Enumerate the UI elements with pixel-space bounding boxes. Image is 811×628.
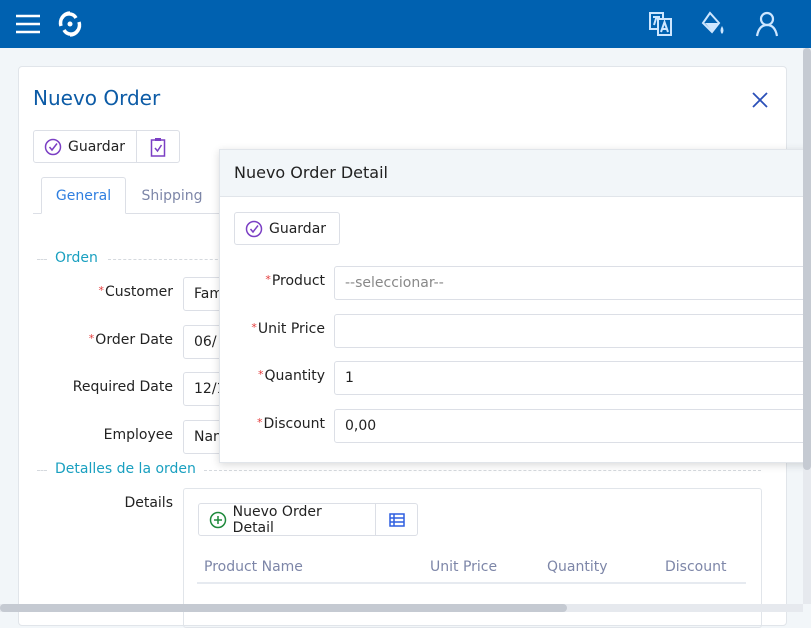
section-orden-title: Orden bbox=[55, 250, 98, 266]
quantity-input[interactable]: 1 bbox=[334, 361, 811, 395]
new-order-detail-button[interactable]: Nuevo Order Detail bbox=[198, 503, 376, 536]
quantity-label: *Quantity bbox=[258, 368, 325, 384]
product-select[interactable]: --seleccionar-- bbox=[334, 266, 811, 300]
save-button[interactable]: Guardar bbox=[33, 130, 137, 163]
top-bar bbox=[0, 0, 811, 48]
table-header-divider bbox=[197, 582, 746, 584]
modal-save-button[interactable]: Guardar bbox=[234, 212, 340, 245]
order-detail-modal: Nuevo Order Detail Guardar *Product --se… bbox=[219, 149, 811, 463]
logo-icon[interactable] bbox=[56, 10, 84, 38]
clipboard-button[interactable] bbox=[136, 130, 180, 163]
order-date-label: *Order Date bbox=[88, 332, 173, 348]
modal-save-label: Guardar bbox=[269, 220, 327, 237]
menu-icon[interactable] bbox=[15, 13, 41, 35]
unit-price-input[interactable] bbox=[334, 314, 811, 348]
divider bbox=[204, 470, 761, 471]
new-order-detail-label: Nuevo Order Detail bbox=[232, 503, 322, 536]
check-circle-icon bbox=[245, 220, 263, 237]
close-icon[interactable] bbox=[751, 91, 769, 109]
translate-icon[interactable] bbox=[648, 11, 674, 37]
save-label: Guardar bbox=[68, 138, 126, 155]
column-header-discount[interactable]: Discount bbox=[665, 559, 726, 575]
divider bbox=[108, 259, 228, 260]
employee-label: Employee bbox=[103, 427, 173, 443]
check-circle-icon bbox=[44, 138, 62, 155]
details-label: Details bbox=[124, 495, 173, 511]
horizontal-scrollbar-thumb[interactable] bbox=[0, 604, 567, 612]
paint-bucket-icon[interactable] bbox=[700, 11, 728, 37]
page-title: Nuevo Order bbox=[33, 86, 161, 110]
vertical-scrollbar[interactable] bbox=[803, 48, 811, 604]
table-view-button[interactable] bbox=[375, 503, 418, 536]
required-date-label: Required Date bbox=[72, 379, 173, 395]
unit-price-label: *Unit Price bbox=[251, 321, 325, 337]
plus-circle-icon bbox=[209, 511, 227, 528]
clipboard-check-icon bbox=[150, 137, 166, 157]
modal-title: Nuevo Order Detail bbox=[234, 163, 388, 182]
tab-shipping[interactable]: Shipping bbox=[126, 177, 218, 214]
table-icon bbox=[388, 512, 405, 527]
divider bbox=[37, 470, 47, 471]
discount-input[interactable]: 0,00 bbox=[334, 409, 811, 443]
column-header-quantity[interactable]: Quantity bbox=[547, 559, 608, 575]
column-header-product-name[interactable]: Product Name bbox=[204, 559, 303, 575]
product-label: *Product bbox=[265, 273, 325, 289]
discount-label: *Discount bbox=[257, 416, 325, 432]
customer-label: *Customer bbox=[98, 284, 173, 300]
section-details-title: Detalles de la orden bbox=[55, 461, 196, 477]
user-icon[interactable] bbox=[754, 10, 780, 38]
horizontal-scrollbar[interactable] bbox=[0, 604, 803, 612]
column-header-unit-price[interactable]: Unit Price bbox=[430, 559, 497, 575]
divider bbox=[37, 259, 47, 260]
vertical-scrollbar-thumb[interactable] bbox=[803, 48, 811, 470]
tab-general[interactable]: General bbox=[41, 177, 126, 214]
